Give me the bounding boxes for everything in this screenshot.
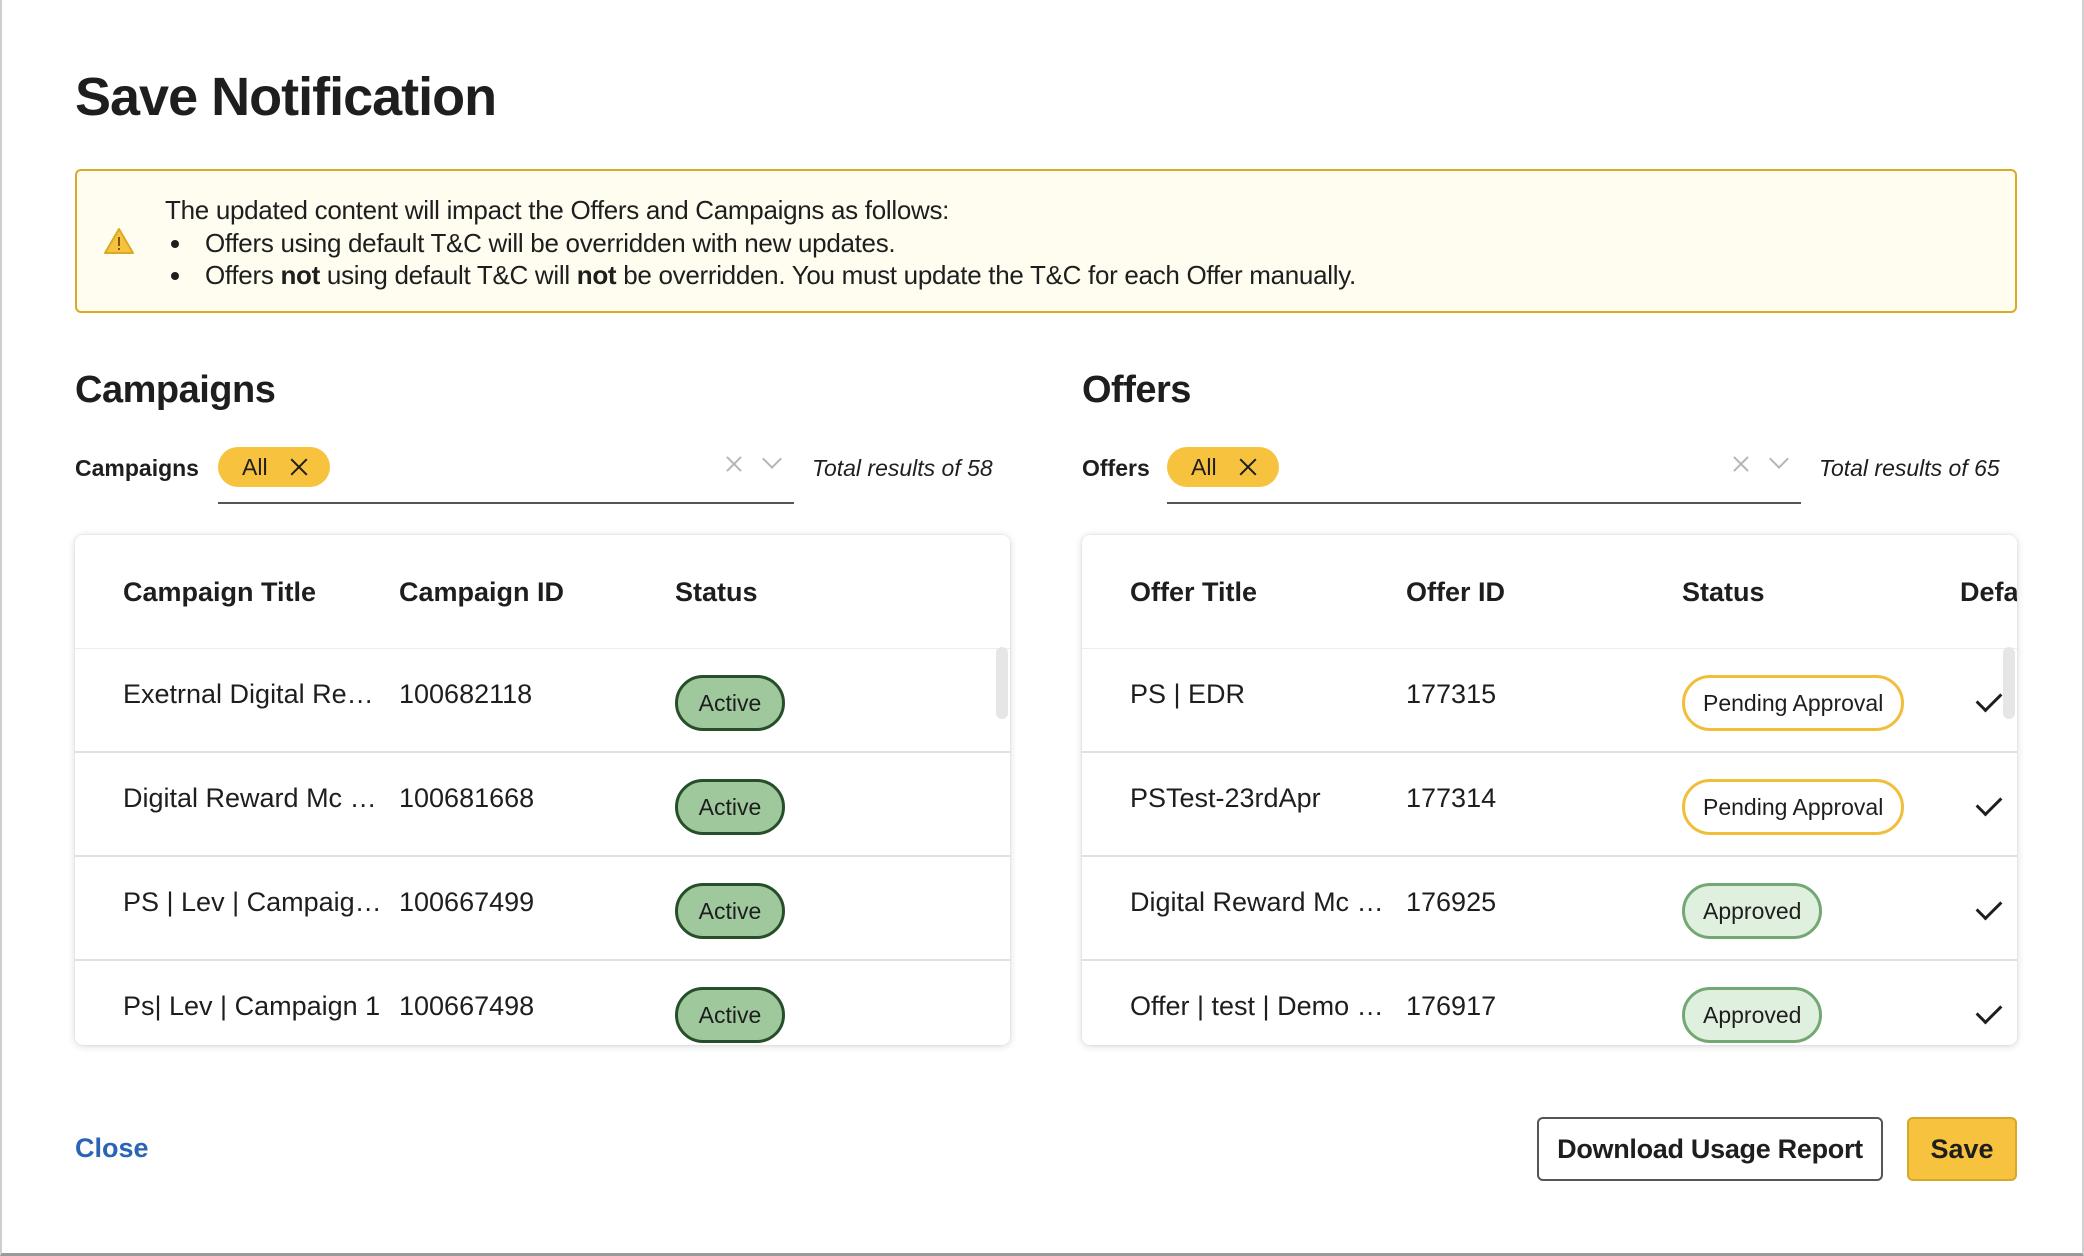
column-header-campaign-id[interactable]: Campaign ID bbox=[399, 577, 564, 608]
column-header-status[interactable]: Status bbox=[1682, 577, 1765, 608]
save-notification-dialog: Save Notification The updated content wi… bbox=[0, 0, 2084, 1256]
chip-remove-icon[interactable] bbox=[290, 458, 308, 476]
status-badge: Active bbox=[675, 675, 785, 731]
campaign-id-cell: 100681668 bbox=[399, 783, 535, 813]
campaigns-filter-label: Campaigns bbox=[75, 455, 199, 481]
offers-total-results: Total results of 65 bbox=[1819, 455, 2000, 481]
column-header-default[interactable]: Default T&C bbox=[1960, 577, 2017, 608]
offers-filter-select[interactable]: All bbox=[1167, 440, 1801, 504]
offers-section-title: Offers bbox=[1082, 369, 1191, 411]
table-header: Offer Title Offer ID Status Default T&C bbox=[1082, 535, 2017, 649]
offer-id-cell: 177314 bbox=[1406, 783, 1497, 813]
notice-intro: The updated content will impact the Offe… bbox=[165, 195, 950, 225]
status-badge: Active bbox=[675, 987, 785, 1043]
campaigns-filter-select[interactable]: All bbox=[218, 440, 794, 504]
campaign-id-cell: 100667498 bbox=[399, 991, 535, 1021]
scrollbar-thumb[interactable] bbox=[2003, 647, 2015, 719]
clear-filter-icon[interactable] bbox=[1733, 456, 1749, 472]
campaigns-table: Campaign Title Campaign ID Status Exetrn… bbox=[75, 535, 1010, 1045]
campaign-title-cell: PS | Lev | Campaign 2 bbox=[123, 887, 385, 917]
table-header: Campaign Title Campaign ID Status bbox=[75, 535, 1010, 649]
notice-bullet-2: Offers not using default T&C will not be… bbox=[171, 260, 1356, 290]
chip-label: All bbox=[1191, 453, 1217, 480]
clear-filter-icon[interactable] bbox=[726, 456, 742, 472]
notice-list: Offers using default T&C will be overrid… bbox=[171, 227, 1356, 291]
chevron-down-icon[interactable] bbox=[1769, 449, 1789, 469]
table-row[interactable]: Exetrnal Digital Reward Campaign 1006821… bbox=[75, 649, 1010, 753]
campaign-id-cell: 100682118 bbox=[399, 679, 533, 709]
warning-icon bbox=[104, 228, 134, 254]
scrollbar-thumb[interactable] bbox=[996, 647, 1008, 719]
offer-title-cell: PS | EDR bbox=[1130, 679, 1246, 709]
table-row[interactable]: Digital Reward Mc Offer 176925 Approved bbox=[1082, 857, 2017, 961]
offer-id-cell: 177315 bbox=[1406, 679, 1497, 709]
status-badge: Pending Approval bbox=[1682, 675, 1905, 731]
column-header-campaign-title[interactable]: Campaign Title bbox=[123, 577, 316, 608]
check-icon bbox=[1975, 997, 2003, 1025]
offer-id-cell: 176925 bbox=[1406, 887, 1497, 917]
offer-id-cell: 176917 bbox=[1406, 991, 1497, 1021]
offers-table: Offer Title Offer ID Status Default T&C … bbox=[1082, 535, 2017, 1045]
table-row[interactable]: PS | EDR 177315 Pending Approval bbox=[1082, 649, 2017, 753]
table-row[interactable]: PS | Lev | Campaign 2 100667499 Active bbox=[75, 857, 1010, 961]
check-icon bbox=[1975, 685, 2003, 713]
status-badge: Active bbox=[675, 883, 785, 939]
offer-title-cell: PSTest-23rdApr bbox=[1130, 783, 1321, 813]
table-row[interactable]: Ps| Lev | Campaign 1 100667498 Active bbox=[75, 961, 1010, 1045]
offers-filter-chip: All bbox=[1167, 447, 1279, 487]
offers-filter-label: Offers bbox=[1082, 455, 1150, 481]
status-badge: Pending Approval bbox=[1682, 779, 1905, 835]
campaigns-total-results: Total results of 58 bbox=[812, 455, 993, 481]
offer-title-cell: Offer | test | Demo Offer bbox=[1130, 991, 1392, 1021]
offer-title-cell: Digital Reward Mc Offer bbox=[1130, 887, 1392, 917]
table-row[interactable]: Offer | test | Demo Offer 176917 Approve… bbox=[1082, 961, 2017, 1045]
campaign-title-cell: Exetrnal Digital Reward Campaign bbox=[123, 679, 385, 709]
notice-bullet-1: Offers using default T&C will be overrid… bbox=[171, 227, 1356, 259]
campaign-title-cell: Digital Reward Mc Campaign bbox=[123, 783, 385, 813]
table-row[interactable]: PSTest-23rdApr 177314 Pending Approval bbox=[1082, 753, 2017, 857]
column-header-offer-title[interactable]: Offer Title bbox=[1130, 577, 1257, 608]
campaigns-filter-chip: All bbox=[218, 447, 330, 487]
column-header-status[interactable]: Status bbox=[675, 577, 758, 608]
chip-remove-icon[interactable] bbox=[1239, 458, 1257, 476]
warning-notice: The updated content will impact the Offe… bbox=[75, 169, 2017, 313]
check-icon bbox=[1975, 789, 2003, 817]
status-badge: Approved bbox=[1682, 987, 1823, 1043]
download-usage-report-button[interactable]: Download Usage Report bbox=[1537, 1117, 1883, 1181]
campaign-title-cell: Ps| Lev | Campaign 1 bbox=[123, 991, 381, 1021]
column-header-offer-id[interactable]: Offer ID bbox=[1406, 577, 1505, 608]
status-badge: Approved bbox=[1682, 883, 1823, 939]
campaigns-section-title: Campaigns bbox=[75, 369, 276, 411]
check-icon bbox=[1975, 893, 2003, 921]
table-row[interactable]: Digital Reward Mc Campaign 100681668 Act… bbox=[75, 753, 1010, 857]
save-button[interactable]: Save bbox=[1907, 1117, 2017, 1181]
dialog-title: Save Notification bbox=[75, 67, 497, 127]
close-link[interactable]: Close bbox=[75, 1133, 149, 1164]
campaign-id-cell: 100667499 bbox=[399, 887, 535, 917]
status-badge: Active bbox=[675, 779, 785, 835]
chevron-down-icon[interactable] bbox=[762, 449, 782, 469]
chip-label: All bbox=[242, 453, 268, 480]
